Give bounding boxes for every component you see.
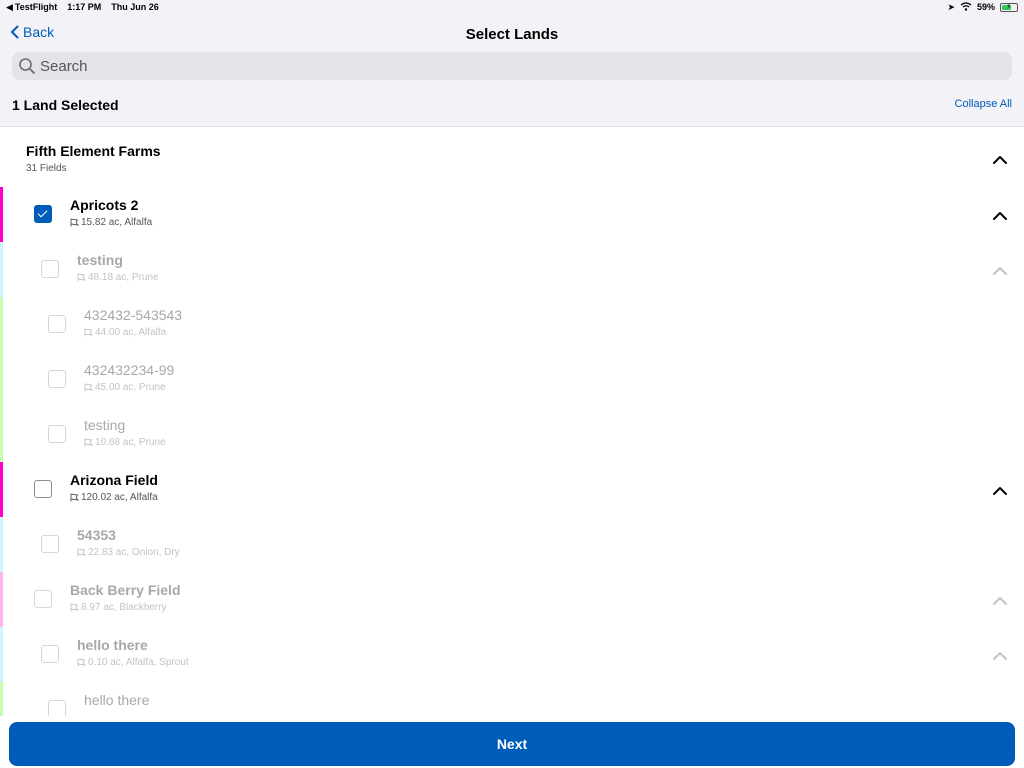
field-flag-icon xyxy=(84,438,93,447)
next-button[interactable]: Next xyxy=(9,722,1015,766)
row-color-bar xyxy=(0,242,3,297)
nav-bar: Back Select Lands xyxy=(0,18,1024,52)
row-subtitle: 48.18 ac, Prune xyxy=(77,272,159,283)
collapse-all-button[interactable]: Collapse All xyxy=(955,98,1012,110)
lands-list[interactable]: Fifth Element Farms 31 Fields Apricots 2… xyxy=(0,126,1024,716)
row-color-bar xyxy=(0,682,3,716)
search-bar[interactable] xyxy=(12,52,1012,80)
wifi-icon xyxy=(960,1,972,13)
land-row[interactable]: Apricots 2 15.82 ac, Alfalfa xyxy=(0,187,1024,242)
row-color-bar xyxy=(0,462,3,517)
selection-header: 1 Land Selected Collapse All xyxy=(12,96,1012,116)
row-subtitle: 45.00 ac, Prune xyxy=(84,382,166,393)
status-app-name: TestFlight xyxy=(14,2,58,12)
status-time: 1:17 PM xyxy=(67,2,102,12)
row-color-bar xyxy=(0,297,3,352)
row-color-bar xyxy=(0,352,3,407)
field-flag-icon xyxy=(84,383,93,392)
field-flag-icon xyxy=(84,328,93,337)
row-title: 432432-543543 xyxy=(84,307,183,323)
row-color-bar xyxy=(0,572,3,627)
field-flag-icon xyxy=(70,218,79,227)
row-checkbox[interactable] xyxy=(48,315,66,333)
land-row[interactable]: testing 10.68 ac, Prune xyxy=(0,407,1024,462)
screen: ◀ TestFlight 1:17 PM Thu Jun 26 ➤ 59% ⚡ … xyxy=(0,0,1024,768)
row-subtitle: 10.68 ac, Prune xyxy=(84,437,166,448)
chevron-up-icon[interactable] xyxy=(990,209,1010,221)
row-color-bar xyxy=(0,517,3,572)
land-row[interactable]: hello there 0.10 ac, Alfalfa, Sprout xyxy=(0,627,1024,682)
row-title: testing xyxy=(77,252,123,268)
back-triangle-icon: ◀ xyxy=(6,1,13,12)
selected-count: 1 Land Selected xyxy=(12,97,119,113)
row-subtitle-text: 120.02 ac, Alfalfa xyxy=(81,492,158,503)
farm-group-header[interactable]: Fifth Element Farms 31 Fields xyxy=(0,127,1024,185)
row-subtitle-text: 15.82 ac, Alfalfa xyxy=(81,217,153,228)
field-flag-icon xyxy=(77,658,86,667)
row-subtitle-text: 48.18 ac, Prune xyxy=(88,272,159,283)
field-flag-icon xyxy=(77,273,86,282)
page-title: Select Lands xyxy=(465,26,559,43)
row-subtitle-text: 22.83 ac, Onion, Dry xyxy=(88,547,180,558)
row-checkbox[interactable] xyxy=(48,370,66,388)
row-checkbox[interactable] xyxy=(34,590,52,608)
farm-field-count: 31 Fields xyxy=(26,163,67,174)
row-color-bar xyxy=(0,407,3,462)
row-subtitle-text: 10.68 ac, Prune xyxy=(95,437,166,448)
row-title: hello there xyxy=(77,637,148,653)
row-checkbox[interactable] xyxy=(41,260,59,278)
land-row[interactable]: 54353 22.83 ac, Onion, Dry xyxy=(0,517,1024,572)
battery-icon: ⚡ xyxy=(1000,2,1018,12)
row-checkbox[interactable] xyxy=(34,205,52,223)
land-row[interactable]: Arizona Field 120.02 ac, Alfalfa xyxy=(0,462,1024,517)
row-subtitle: 22.83 ac, Onion, Dry xyxy=(77,547,180,558)
row-title: Arizona Field xyxy=(70,472,158,488)
row-subtitle-text: 8.97 ac, Blackberry xyxy=(81,602,167,613)
location-icon: ➤ xyxy=(947,1,955,12)
row-checkbox[interactable] xyxy=(48,700,66,716)
row-title: 54353 xyxy=(77,527,116,543)
chevron-up-icon[interactable] xyxy=(990,153,1010,165)
farm-name: Fifth Element Farms xyxy=(26,143,161,159)
row-checkbox[interactable] xyxy=(48,425,66,443)
row-subtitle: 44.00 ac, Alfalfa xyxy=(84,327,166,338)
search-icon xyxy=(19,58,35,74)
back-to-app[interactable]: ◀ TestFlight xyxy=(6,2,57,13)
land-row[interactable]: Back Berry Field 8.97 ac, Blackberry xyxy=(0,572,1024,627)
status-bar: ◀ TestFlight 1:17 PM Thu Jun 26 ➤ 59% ⚡ xyxy=(0,0,1024,14)
land-row[interactable]: testing 48.18 ac, Prune xyxy=(0,242,1024,297)
field-flag-icon xyxy=(77,548,86,557)
battery-percent: 59% xyxy=(976,2,995,12)
row-checkbox[interactable] xyxy=(41,645,59,663)
row-subtitle-text: 44.00 ac, Alfalfa xyxy=(95,327,167,338)
row-title: testing xyxy=(84,417,126,433)
row-title: hello there xyxy=(84,692,150,708)
land-row[interactable]: 432432-543543 44.00 ac, Alfalfa xyxy=(0,297,1024,352)
row-checkbox[interactable] xyxy=(34,480,52,498)
chevron-up-icon[interactable] xyxy=(990,649,1010,661)
row-subtitle-text: 45.00 ac, Prune xyxy=(95,382,166,393)
row-title: Back Berry Field xyxy=(70,582,181,598)
search-input[interactable] xyxy=(40,57,1012,75)
land-row[interactable]: 432432234-99 45.00 ac, Prune xyxy=(0,352,1024,407)
row-color-bar xyxy=(0,627,3,682)
row-title: Apricots 2 xyxy=(70,197,139,213)
row-color-bar xyxy=(0,187,3,242)
row-subtitle: 0.10 ac, Alfalfa, Sprout xyxy=(77,657,189,668)
footer: Next xyxy=(0,716,1024,768)
chevron-up-icon[interactable] xyxy=(990,484,1010,496)
row-title: 432432234-99 xyxy=(84,362,175,378)
row-checkbox[interactable] xyxy=(41,535,59,553)
chevron-up-icon[interactable] xyxy=(990,264,1010,276)
field-flag-icon xyxy=(70,603,79,612)
row-subtitle-text: 0.10 ac, Alfalfa, Sprout xyxy=(88,657,189,668)
field-flag-icon xyxy=(70,493,79,502)
row-subtitle: 120.02 ac, Alfalfa xyxy=(70,492,158,503)
status-date: Thu Jun 26 xyxy=(111,2,159,12)
chevron-up-icon[interactable] xyxy=(990,594,1010,606)
land-row[interactable]: hello there xyxy=(0,682,1024,716)
row-subtitle: 8.97 ac, Blackberry xyxy=(70,602,167,613)
row-subtitle: 15.82 ac, Alfalfa xyxy=(70,217,152,228)
